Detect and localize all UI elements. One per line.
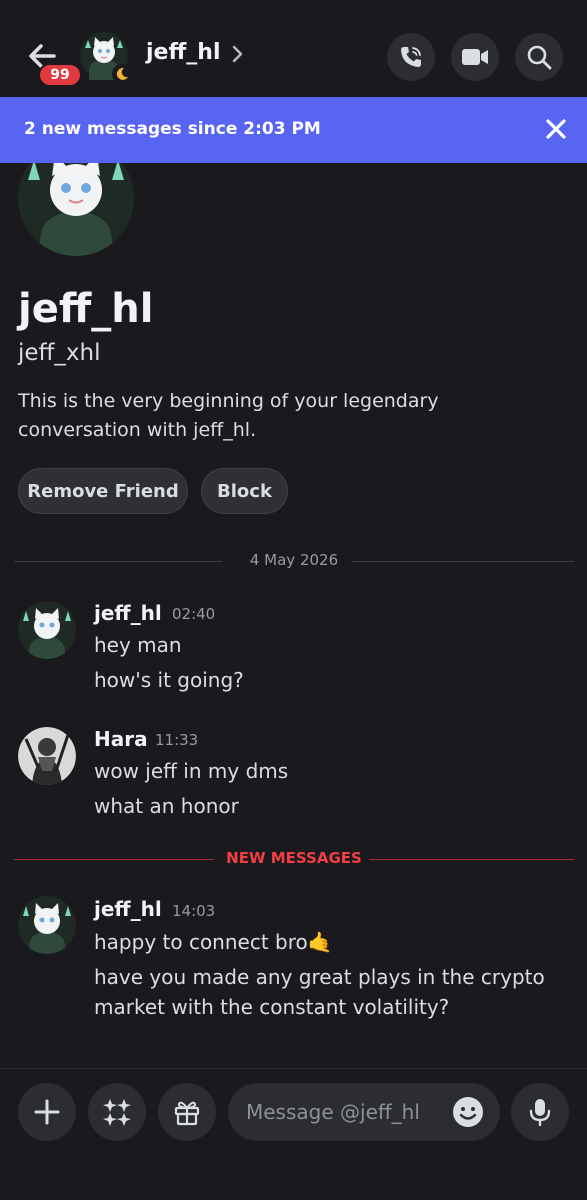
voice-message-button[interactable] (511, 1083, 569, 1141)
plus-icon (34, 1099, 60, 1125)
date-divider: 4 May 2026 (14, 549, 574, 573)
message-timestamp: 11:33 (155, 731, 199, 749)
apps-button[interactable] (88, 1083, 146, 1141)
avatar[interactable] (18, 896, 76, 954)
profile-display-name: jeff_hl (18, 286, 154, 332)
message-author[interactable]: jeff_hl (94, 601, 162, 625)
message-text: have you made any great plays in the cry… (94, 965, 545, 989)
video-call-button[interactable] (451, 33, 499, 81)
smiley-icon (453, 1097, 483, 1127)
gift-icon (174, 1101, 200, 1126)
message-text: what an honor (94, 794, 239, 818)
message-timestamp: 02:40 (172, 605, 216, 623)
message-author[interactable]: jeff_hl (94, 897, 162, 921)
message-text: hey man (94, 633, 182, 657)
message-timestamp: 14:03 (172, 902, 216, 920)
message-author[interactable]: Hara (94, 727, 148, 751)
block-button[interactable]: Block (201, 468, 288, 514)
banner-text: 2 new messages since 2:03 PM (24, 119, 321, 139)
top-bar: 99 jeff_hl (0, 0, 587, 97)
chevron-right-icon[interactable] (228, 42, 246, 70)
new-messages-banner[interactable]: 2 new messages since 2:03 PM (0, 97, 587, 163)
cat-avatar-icon (18, 896, 76, 954)
profile-username: jeff_xhl (18, 340, 101, 366)
unread-badge: 99 (38, 63, 82, 87)
message-composer[interactable] (228, 1083, 500, 1141)
message-text: wow jeff in my dms (94, 759, 289, 783)
video-camera-icon (462, 49, 488, 65)
new-messages-label: NEW MESSAGES (226, 849, 362, 867)
sparkle-apps-icon (103, 1099, 131, 1126)
close-icon (546, 119, 566, 139)
conversation-start-text: This is the very beginning of your legen… (18, 390, 439, 441)
message-text: how's it going? (94, 668, 244, 692)
emoji-button[interactable] (452, 1096, 484, 1128)
close-banner-button[interactable] (544, 117, 568, 141)
message-input[interactable] (246, 1097, 446, 1127)
avatar[interactable] (18, 727, 76, 785)
avatar[interactable] (18, 601, 76, 659)
voice-call-button[interactable] (387, 33, 435, 81)
channel-name[interactable]: jeff_hl (146, 40, 221, 65)
cat-avatar-icon (18, 601, 76, 659)
idle-status-icon (112, 64, 132, 84)
message-text: market with the constant volatility? (94, 995, 450, 1019)
microphone-icon (529, 1099, 551, 1127)
phone-icon (401, 47, 421, 67)
add-attachment-button[interactable] (18, 1083, 76, 1141)
remove-friend-button[interactable]: Remove Friend (18, 468, 188, 514)
warrior-avatar-icon (18, 727, 76, 785)
composer-bar (0, 1068, 587, 1200)
date-label: 4 May 2026 (249, 551, 339, 569)
message-text: happy to connect bro🤙 (94, 930, 333, 954)
new-messages-divider: NEW MESSAGES (14, 848, 574, 870)
search-button[interactable] (515, 33, 563, 81)
gift-button[interactable] (158, 1083, 216, 1141)
search-icon (527, 45, 552, 70)
